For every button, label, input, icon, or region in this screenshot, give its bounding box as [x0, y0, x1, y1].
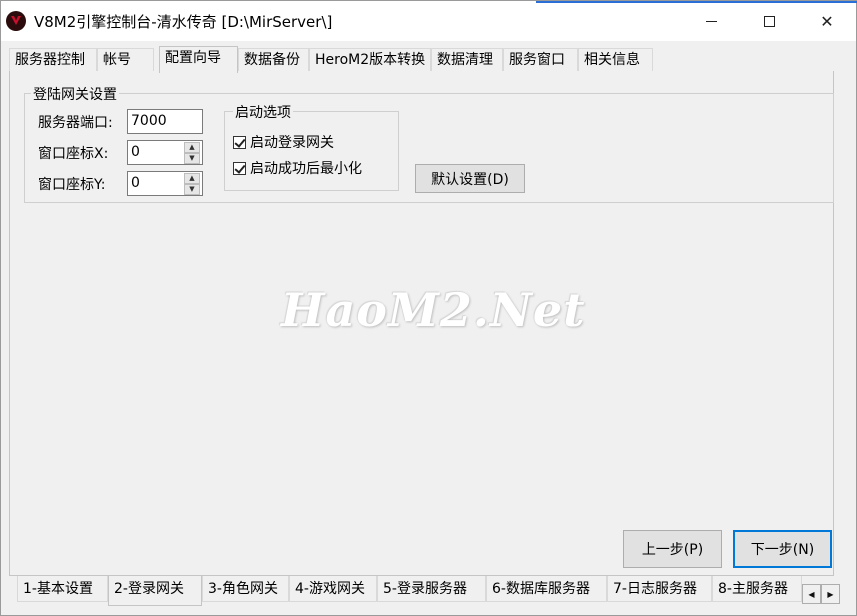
close-icon: ✕	[820, 11, 834, 31]
tab-login-server[interactable]: 5-登录服务器	[377, 576, 486, 602]
bottom-tab-bar: 1-基本设置 2-登录网关 3-角色网关 4-游戏网关 5-登录服务器 6-数据…	[9, 576, 849, 606]
window-y-label: 窗口座标Y:	[38, 177, 106, 193]
window-y-input[interactable]: 0 ▲ ▼	[127, 171, 203, 196]
port-input[interactable]: 7000	[127, 109, 203, 134]
title-bar: V8M2引擎控制台-清水传奇 [D:\MirServer\] ✕	[1, 1, 857, 41]
prev-step-button[interactable]: 上一步(P)	[623, 530, 722, 568]
scroll-right-icon[interactable]: ▶	[821, 584, 840, 604]
spin-down-icon[interactable]: ▼	[184, 153, 200, 164]
top-tab-bar: 服务器控制 帐号 配置向导 数据备份 HeroM2版本转换 数据清理 服务窗口 …	[9, 46, 849, 73]
login-gateway-group-title: 登陆网关设置	[31, 84, 119, 104]
spin-down-icon[interactable]: ▼	[184, 184, 200, 195]
tab-service-window[interactable]: 服务窗口	[503, 48, 578, 71]
tab-basic-settings[interactable]: 1-基本设置	[17, 576, 108, 602]
watermark-text: HaoM2.Net	[281, 283, 586, 337]
maximize-button[interactable]	[740, 1, 798, 41]
tab-database-server[interactable]: 6-数据库服务器	[486, 576, 607, 602]
window-x-value: 0	[131, 144, 140, 160]
tab-game-gateway[interactable]: 4-游戏网关	[289, 576, 377, 602]
tab-accounts[interactable]: 帐号	[97, 48, 154, 71]
close-button[interactable]: ✕	[798, 1, 856, 41]
maximize-icon	[763, 15, 775, 27]
port-label: 服务器端口:	[38, 115, 113, 131]
tab-server-control[interactable]: 服务器控制	[9, 48, 97, 71]
minimize-button[interactable]	[682, 1, 740, 41]
startup-options-title: 启动选项	[233, 102, 293, 122]
tab-role-gateway[interactable]: 3-角色网关	[202, 576, 289, 602]
minimize-after-start-checkbox[interactable]: 启动成功后最小化	[233, 158, 362, 178]
window-y-value: 0	[131, 175, 140, 191]
tab-log-server[interactable]: 7-日志服务器	[607, 576, 712, 602]
window-title: V8M2引擎控制台-清水传奇 [D:\MirServer\]	[34, 13, 333, 31]
window-x-spinner[interactable]: ▲ ▼	[184, 141, 201, 164]
app-logo-icon	[6, 11, 26, 31]
next-step-button[interactable]: 下一步(N)	[733, 530, 832, 568]
tab-herom2-convert[interactable]: HeroM2版本转换	[309, 48, 431, 71]
app-window: V8M2引擎控制台-清水传奇 [D:\MirServer\] ✕ 服务器控制 帐…	[0, 0, 857, 616]
checkmark-icon	[233, 161, 246, 175]
tab-config-wizard[interactable]: 配置向导	[159, 46, 238, 73]
scroll-left-icon[interactable]: ◀	[802, 584, 821, 604]
tab-scroll-arrows: ◀ ▶	[802, 584, 840, 604]
minimize-icon	[705, 20, 717, 22]
checkmark-icon	[233, 135, 246, 149]
tab-main-server[interactable]: 8-主服务器	[712, 576, 802, 602]
window-x-label: 窗口座标X:	[38, 146, 109, 162]
window-x-input[interactable]: 0 ▲ ▼	[127, 140, 203, 165]
tab-login-gateway[interactable]: 2-登录网关	[108, 576, 202, 606]
tab-data-cleanup[interactable]: 数据清理	[431, 48, 503, 71]
default-settings-button[interactable]: 默认设置(D)	[415, 164, 525, 193]
start-gateway-label: 启动登录网关	[250, 135, 334, 151]
tab-data-backup[interactable]: 数据备份	[238, 48, 309, 71]
window-y-spinner[interactable]: ▲ ▼	[184, 172, 201, 195]
start-gateway-checkbox[interactable]: 启动登录网关	[233, 132, 334, 152]
tab-related-info[interactable]: 相关信息	[578, 48, 653, 71]
minimize-after-start-label: 启动成功后最小化	[250, 161, 362, 177]
